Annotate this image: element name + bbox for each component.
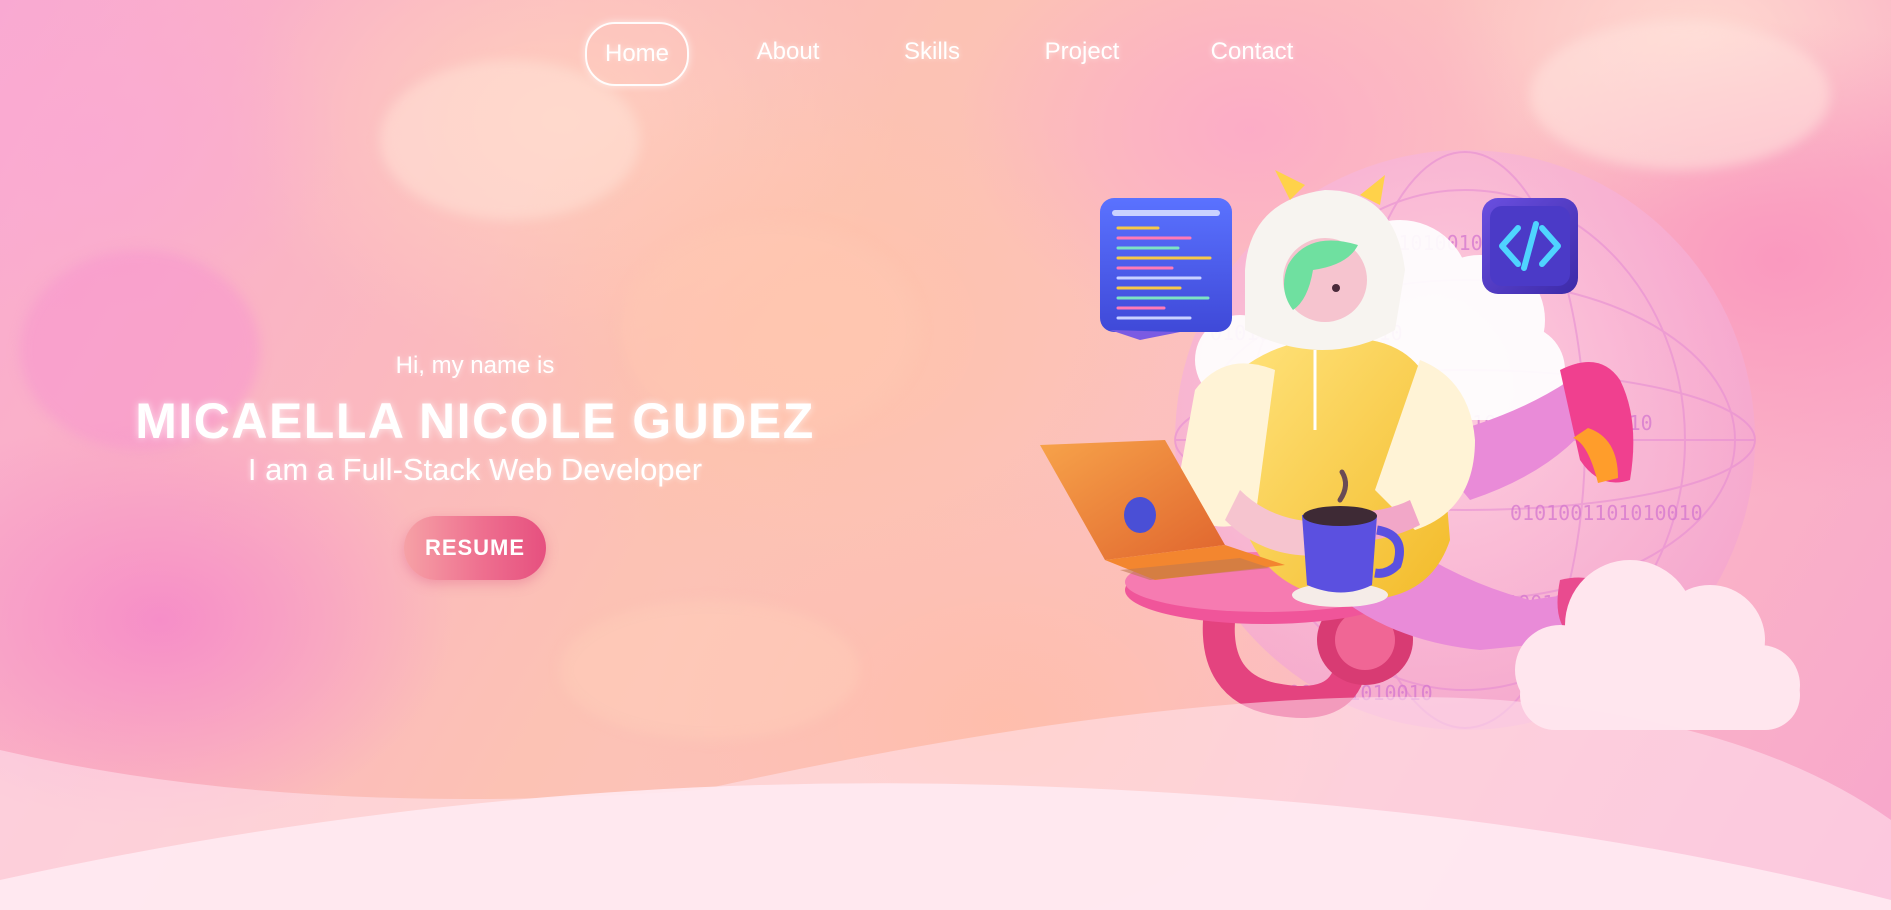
nav-project[interactable]: Project bbox=[1030, 22, 1134, 82]
nav-home[interactable]: Home bbox=[585, 22, 689, 86]
cloud-blob bbox=[380, 60, 640, 220]
code-brackets-icon bbox=[1482, 198, 1578, 294]
hero-section: Home About Skills Project Contact Hi, my… bbox=[0, 0, 1891, 910]
greeting-text: Hi, my name is bbox=[395, 352, 555, 379]
resume-button[interactable]: RESUME bbox=[404, 516, 546, 580]
code-editor-icon bbox=[1100, 198, 1232, 340]
nav-skills[interactable]: Skills bbox=[890, 22, 974, 82]
main-nav: Home About Skills Project Contact bbox=[0, 22, 1891, 86]
developer-name: MICAELLA NICOLE GUDEZ bbox=[135, 393, 815, 449]
bottom-wave bbox=[0, 696, 1891, 910]
role-subtitle: I am a Full-Stack Web Developer bbox=[247, 452, 703, 487]
svg-text:0101001101010010: 0101001101010010 bbox=[1510, 501, 1703, 525]
nav-contact[interactable]: Contact bbox=[1196, 22, 1308, 82]
nav-about[interactable]: About bbox=[740, 22, 836, 82]
